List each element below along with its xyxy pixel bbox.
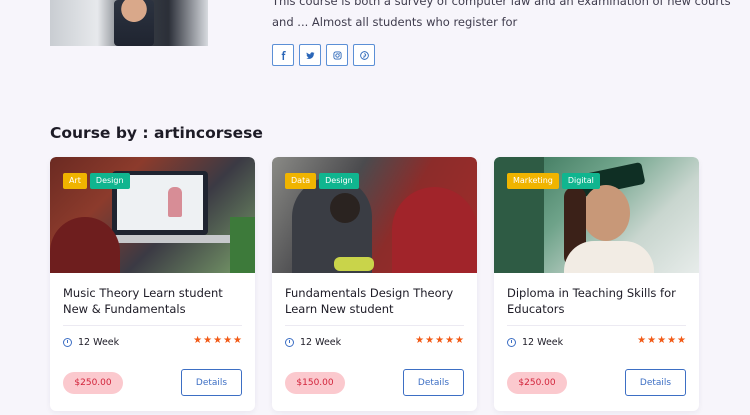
course-tag[interactable]: Data — [285, 173, 317, 189]
course-price: $250.00 — [63, 372, 123, 394]
twitter-icon — [305, 51, 315, 59]
course-image: Marketing Digital — [494, 157, 699, 273]
instagram-button[interactable] — [326, 44, 348, 66]
course-duration: 12 Week — [507, 337, 563, 348]
course-tags: Marketing Digital — [507, 173, 600, 189]
star-icon: ★ — [637, 335, 647, 346]
clock-icon — [63, 338, 72, 347]
star-icon: ★ — [445, 335, 455, 346]
course-card[interactable]: Art Design Music Theory Learn student Ne… — [50, 157, 255, 411]
course-title[interactable]: Fundamentals Design Theory Learn New stu… — [285, 285, 467, 317]
star-icon: ★ — [223, 335, 233, 346]
course-tag[interactable]: Digital — [561, 173, 600, 189]
details-button[interactable]: Details — [403, 369, 464, 396]
course-tags: Art Design — [63, 173, 130, 189]
star-icon: ★ — [425, 335, 435, 346]
course-tag[interactable]: Design — [89, 173, 130, 189]
course-tag[interactable]: Art — [63, 173, 87, 189]
course-image: Art Design — [50, 157, 255, 273]
star-icon: ★ — [667, 335, 677, 346]
details-button[interactable]: Details — [181, 369, 242, 396]
details-button[interactable]: Details — [625, 369, 686, 396]
rating-stars: ★ ★ ★ ★ ★ — [415, 336, 464, 346]
duration-label: 12 Week — [78, 337, 120, 348]
course-tags: Data Design — [285, 173, 359, 189]
course-duration: 12 Week — [63, 337, 119, 348]
instructor-figure — [114, 0, 154, 46]
star-icon: ★ — [415, 335, 425, 346]
course-image: Data Design — [272, 157, 477, 273]
star-icon: ★ — [647, 335, 657, 346]
facebook-icon — [281, 50, 286, 60]
divider — [63, 325, 242, 326]
course-tag[interactable]: Marketing — [507, 173, 559, 189]
course-duration: 12 Week — [285, 337, 341, 348]
social-links — [272, 44, 375, 66]
instructor-photo — [50, 0, 208, 46]
star-icon: ★ — [455, 335, 464, 346]
star-icon: ★ — [435, 335, 445, 346]
course-card[interactable]: Data Design Fundamentals Design Theory L… — [272, 157, 477, 411]
section-title: Course by : artincorsese — [50, 124, 263, 142]
rating-stars: ★ ★ ★ ★ ★ — [637, 336, 686, 346]
rating-stars: ★ ★ ★ ★ ★ — [193, 336, 242, 346]
instagram-icon — [332, 50, 342, 60]
course-price: $150.00 — [285, 372, 345, 394]
twitter-button[interactable] — [299, 44, 321, 66]
star-icon: ★ — [203, 335, 213, 346]
star-icon: ★ — [193, 335, 203, 346]
divider — [285, 325, 464, 326]
course-card[interactable]: Marketing Digital Diploma in Teaching Sk… — [494, 157, 699, 411]
star-icon: ★ — [677, 335, 686, 346]
clock-icon — [507, 338, 516, 347]
star-icon: ★ — [213, 335, 223, 346]
star-icon: ★ — [233, 335, 242, 346]
divider — [507, 325, 686, 326]
duration-label: 12 Week — [300, 337, 342, 348]
course-list: Art Design Music Theory Learn student Ne… — [50, 157, 699, 411]
course-title[interactable]: Diploma in Teaching Skills for Educators — [507, 285, 689, 317]
pinterest-button[interactable] — [353, 44, 375, 66]
instructor-bio: This course is both a survey of computer… — [272, 0, 731, 29]
clock-icon — [285, 338, 294, 347]
course-price: $250.00 — [507, 372, 567, 394]
star-icon: ★ — [657, 335, 667, 346]
course-tag[interactable]: Design — [319, 173, 359, 189]
course-title[interactable]: Music Theory Learn student New & Fundame… — [63, 285, 245, 317]
pinterest-icon — [359, 50, 369, 60]
duration-label: 12 Week — [522, 337, 564, 348]
facebook-button[interactable] — [272, 44, 294, 66]
